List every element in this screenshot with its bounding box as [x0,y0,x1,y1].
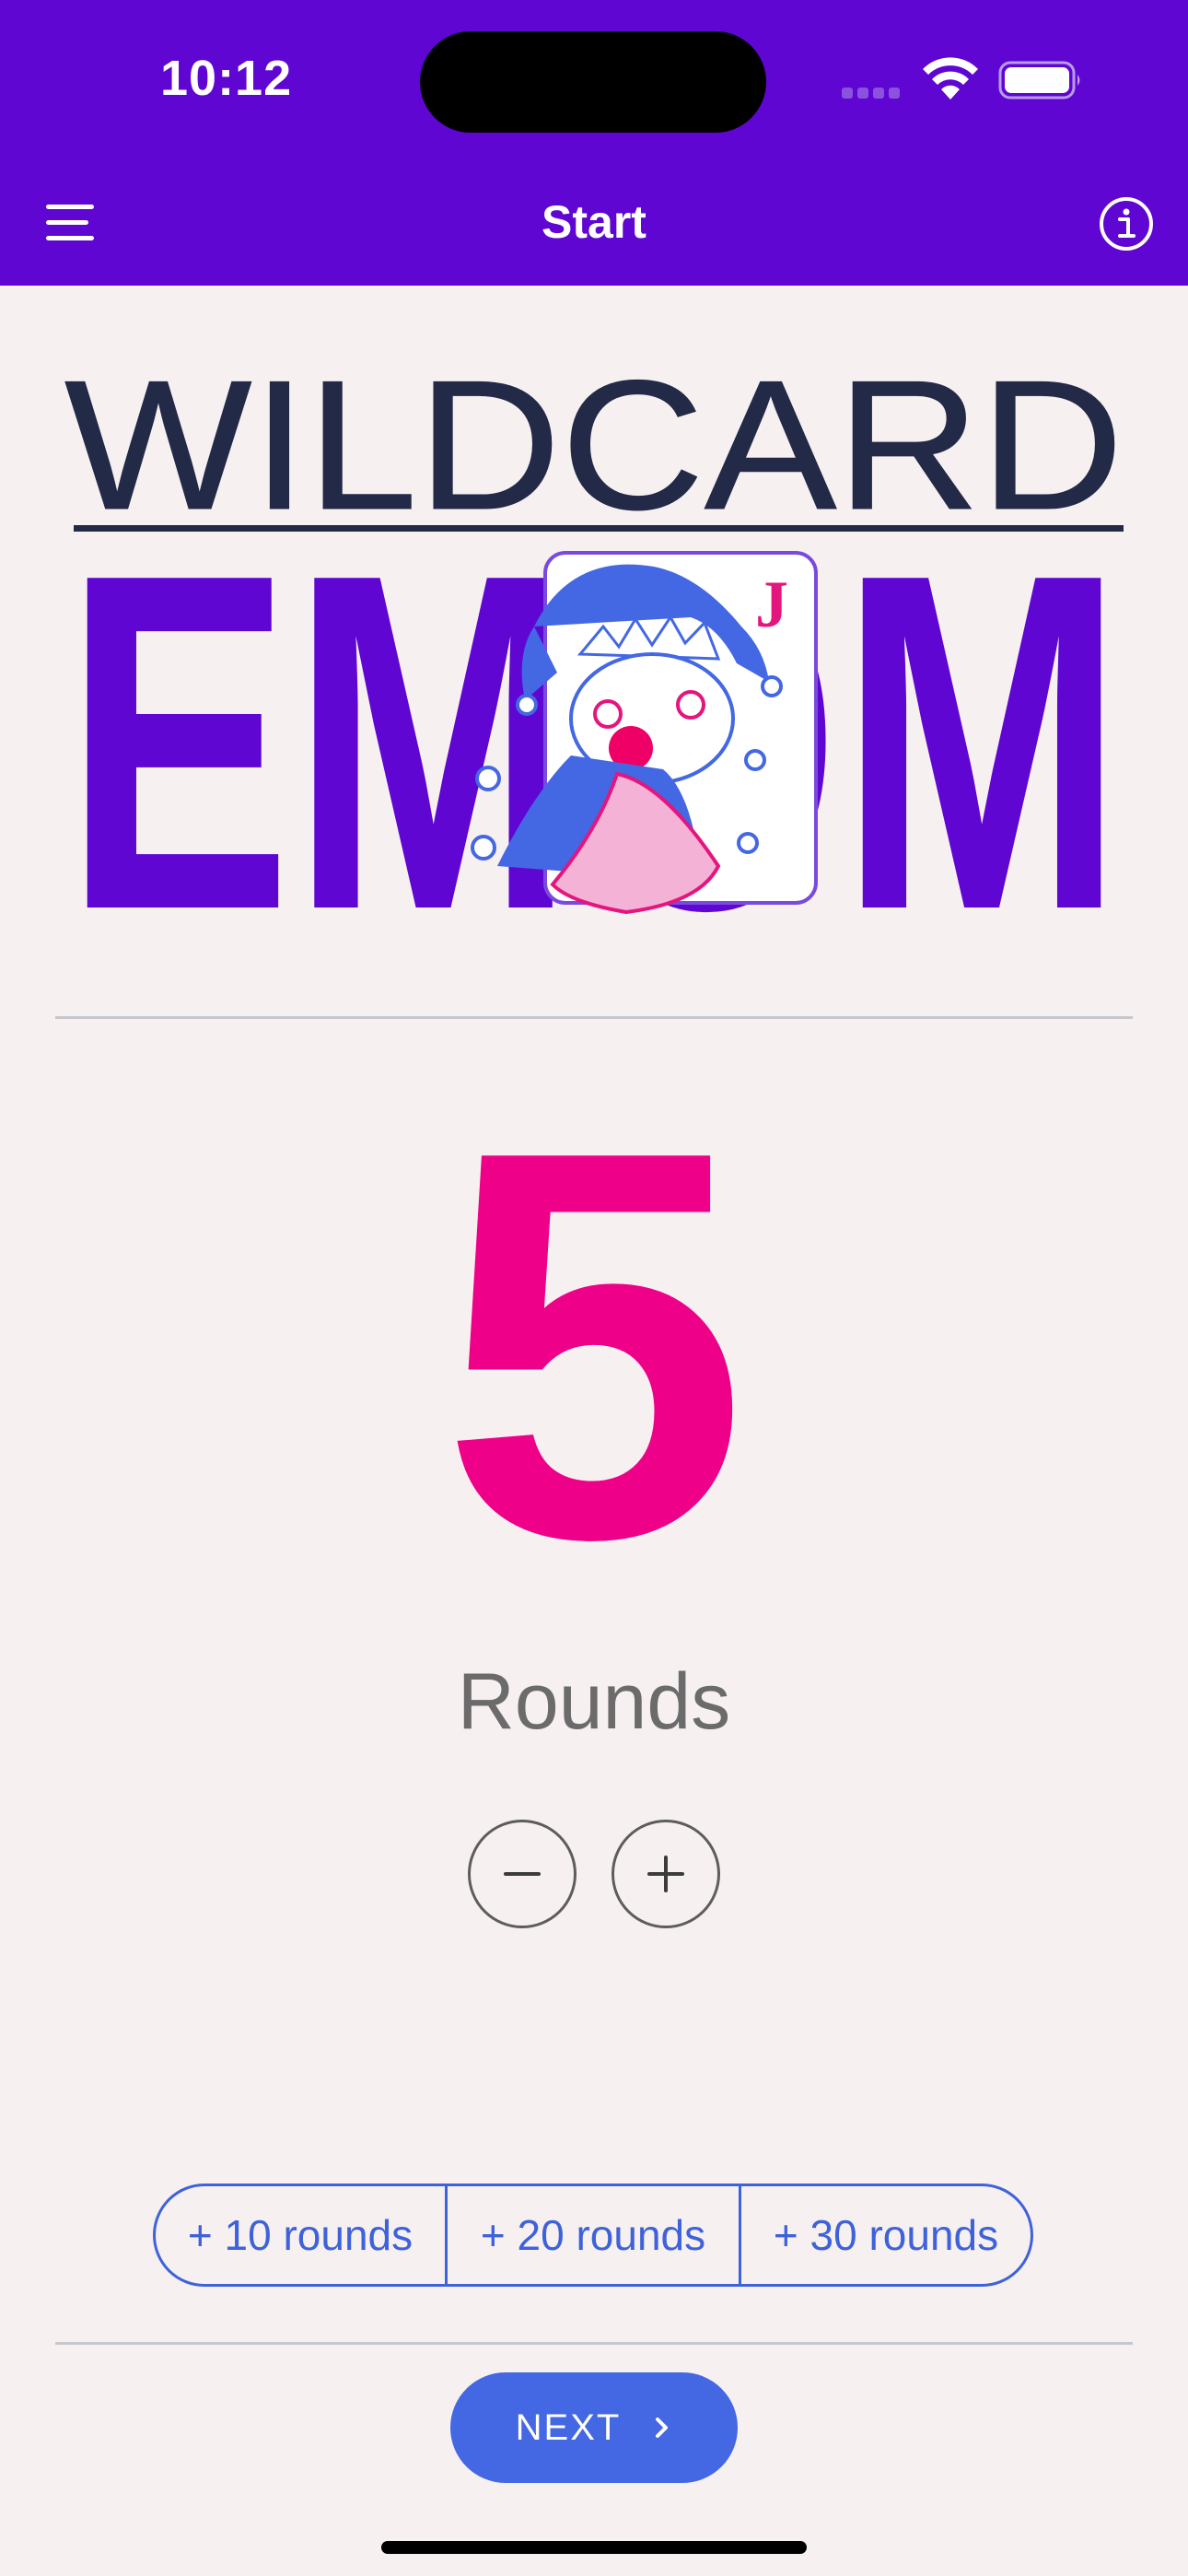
top-divider [55,1016,1133,1019]
add-30-rounds-button[interactable]: + 30 rounds [741,2186,1031,2284]
status-bar: 10:12 [0,0,1188,157]
app-logo: WILDCARD EMOM J [64,350,1124,949]
rounds-count: 5 [440,1036,748,1654]
add-20-rounds-button[interactable]: + 20 rounds [445,2186,741,2284]
cellular-signal-icon [842,87,906,100]
plus-icon [647,1856,684,1892]
status-time: 10:12 [160,51,293,106]
battery-icon [998,61,1080,100]
next-button-label: NEXT [515,2406,622,2448]
info-icon[interactable] [1098,195,1155,252]
rounds-label: Rounds [457,1657,731,1746]
bottom-divider [55,2342,1133,2345]
chevron-right-icon [656,2418,669,2438]
quick-add-rounds: + 10 rounds + 20 rounds + 30 rounds [153,2184,1033,2287]
minus-icon [504,1872,541,1876]
next-button[interactable]: NEXT [450,2372,738,2483]
page-title: Start [542,196,646,248]
home-indicator [381,2541,807,2554]
decrement-button[interactable] [468,1820,577,1928]
wifi-icon [923,57,978,100]
increment-button[interactable] [611,1820,720,1928]
add-10-rounds-button[interactable]: + 10 rounds [156,2186,445,2284]
dynamic-island [420,31,766,133]
logo-card-letter: J [755,568,788,641]
